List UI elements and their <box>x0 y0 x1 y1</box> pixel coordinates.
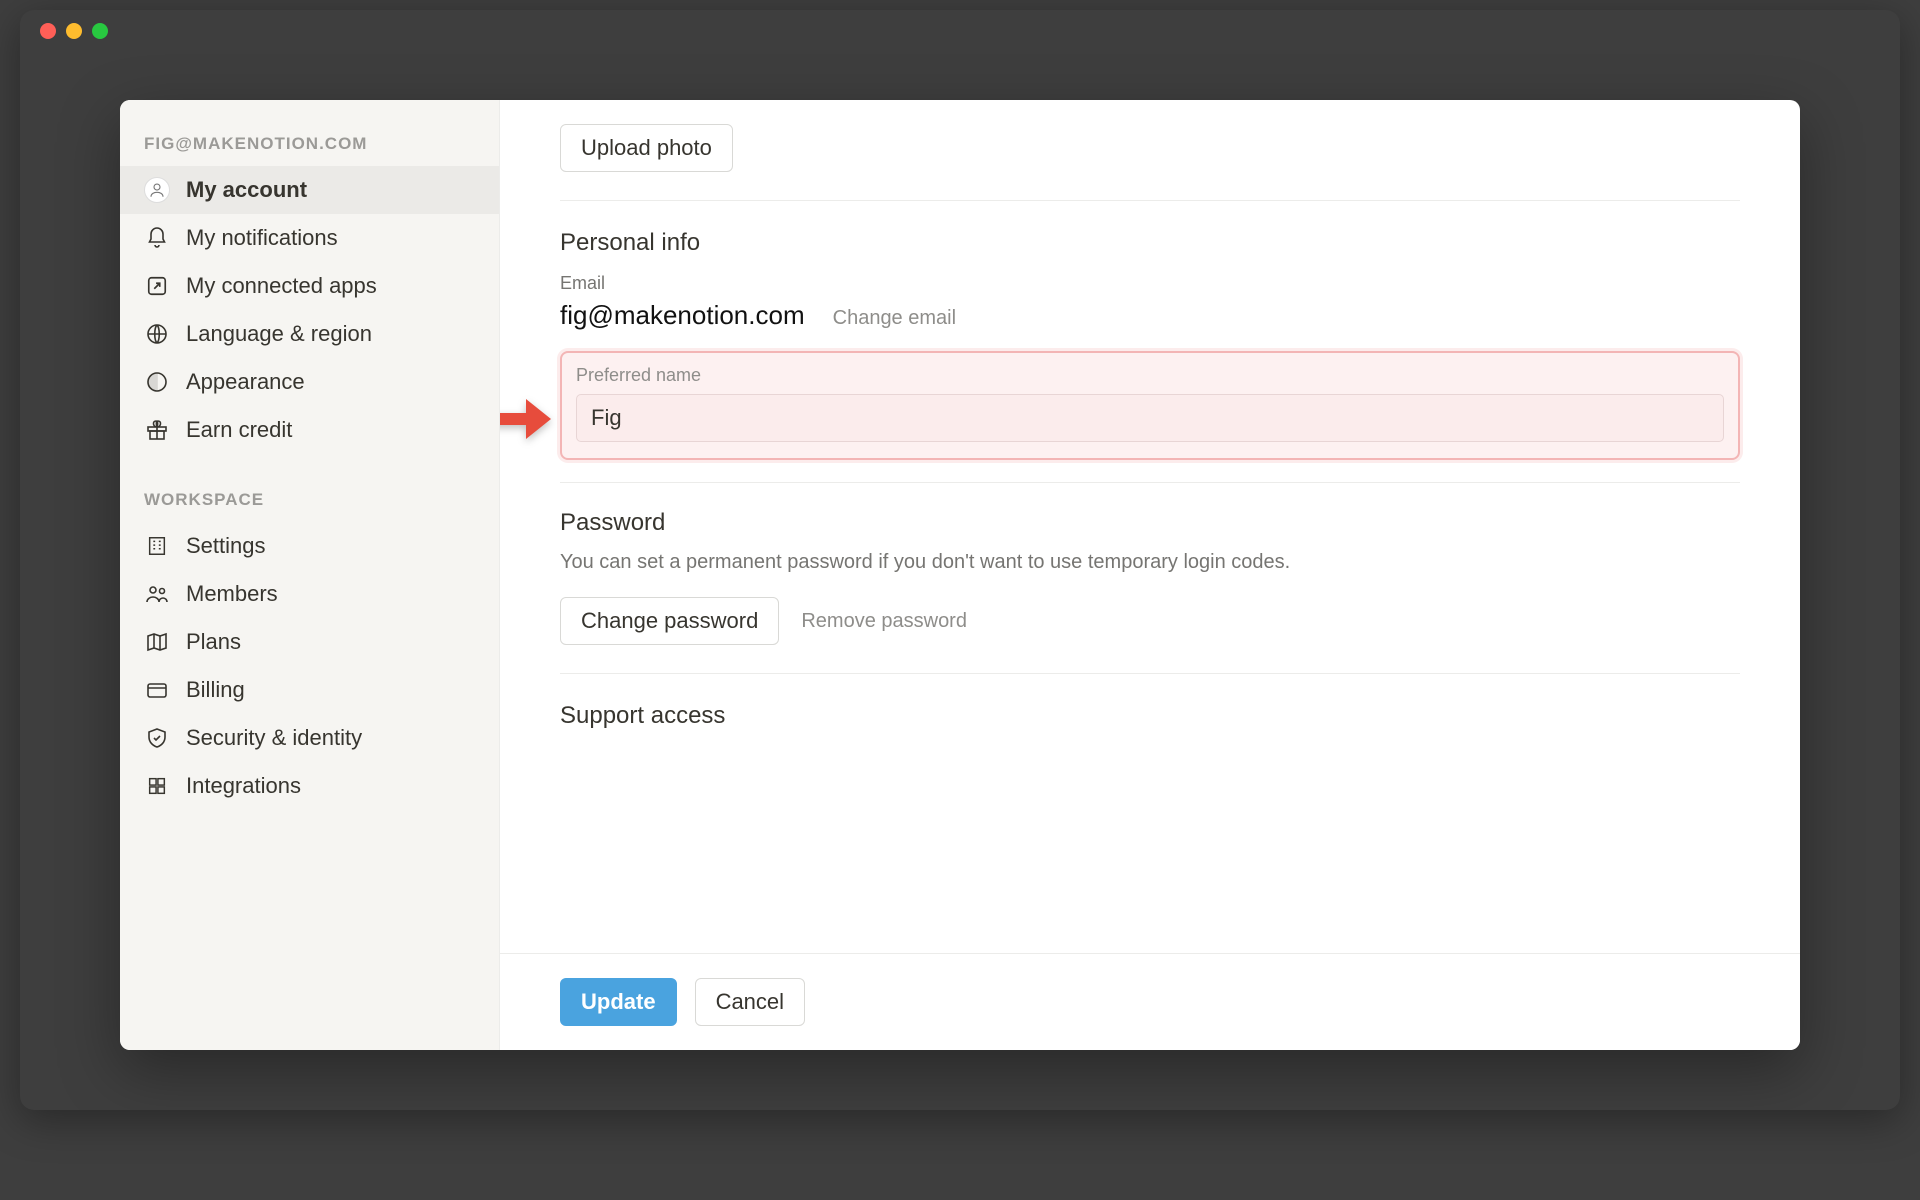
divider <box>560 200 1740 201</box>
spacer <box>560 730 1740 750</box>
preferred-name-input[interactable] <box>576 394 1724 442</box>
sidebar-item-label: Members <box>186 581 479 607</box>
support-access-title: Support access <box>560 702 1740 730</box>
callout-arrow-icon <box>500 389 556 449</box>
preferred-name-highlight: Preferred name <box>560 351 1740 460</box>
moon-icon <box>144 369 170 395</box>
sidebar-item-label: Integrations <box>186 773 479 799</box>
upload-photo-button[interactable]: Upload photo <box>560 124 733 172</box>
sidebar-item-my-notifications[interactable]: My notifications <box>120 214 499 262</box>
gift-icon <box>144 417 170 443</box>
sidebar-item-appearance[interactable]: Appearance <box>120 358 499 406</box>
sidebar-item-integrations[interactable]: Integrations <box>120 762 499 810</box>
sidebar-item-settings[interactable]: Settings <box>120 522 499 570</box>
password-actions: Change password Remove password <box>560 597 1740 645</box>
sidebar-item-label: My connected apps <box>186 273 479 299</box>
preferred-name-label: Preferred name <box>576 365 1724 386</box>
email-label: Email <box>560 273 1740 294</box>
divider <box>560 673 1740 674</box>
change-email-link[interactable]: Change email <box>833 307 956 330</box>
sidebar-item-plans[interactable]: Plans <box>120 618 499 666</box>
cancel-button[interactable]: Cancel <box>695 978 805 1026</box>
sidebar-item-label: My account <box>186 177 479 203</box>
sidebar-item-label: My notifications <box>186 225 479 251</box>
sidebar-item-language-region[interactable]: Language & region <box>120 310 499 358</box>
password-description: You can set a permanent password if you … <box>560 547 1380 577</box>
sidebar-item-members[interactable]: Members <box>120 570 499 618</box>
grid-icon <box>144 773 170 799</box>
window-close-dot[interactable] <box>40 23 56 39</box>
sidebar-workspace-header: WORKSPACE <box>120 474 499 522</box>
shield-icon <box>144 725 170 751</box>
map-icon <box>144 629 170 655</box>
sidebar-item-label: Security & identity <box>186 725 479 751</box>
sidebar-item-label: Billing <box>186 677 479 703</box>
avatar-icon <box>144 177 170 203</box>
building-icon <box>144 533 170 559</box>
preferred-name-frame: Preferred name <box>560 351 1740 460</box>
sidebar-item-label: Language & region <box>186 321 479 347</box>
settings-main-scroll: Upload photo Personal info Email fig@mak… <box>500 100 1800 953</box>
email-row: fig@makenotion.com Change email <box>560 300 1740 331</box>
divider <box>560 482 1740 483</box>
sidebar-item-label: Plans <box>186 629 479 655</box>
sidebar-item-security[interactable]: Security & identity <box>120 714 499 762</box>
globe-icon <box>144 321 170 347</box>
email-value: fig@makenotion.com <box>560 300 805 331</box>
members-icon <box>144 581 170 607</box>
change-password-button[interactable]: Change password <box>560 597 779 645</box>
sidebar-item-billing[interactable]: Billing <box>120 666 499 714</box>
sidebar-item-label: Earn credit <box>186 417 479 443</box>
mac-window: FIG@MAKENOTION.COM My account My notific… <box>20 10 1900 1110</box>
settings-modal: FIG@MAKENOTION.COM My account My notific… <box>120 100 1800 1050</box>
sidebar-item-connected-apps[interactable]: My connected apps <box>120 262 499 310</box>
external-link-icon <box>144 273 170 299</box>
sidebar-item-label: Settings <box>186 533 479 559</box>
window-titlebar <box>20 10 1900 52</box>
credit-card-icon <box>144 677 170 703</box>
sidebar-account-header: FIG@MAKENOTION.COM <box>120 118 499 166</box>
window-minimize-dot[interactable] <box>66 23 82 39</box>
settings-footer: Update Cancel <box>500 953 1800 1050</box>
sidebar-item-earn-credit[interactable]: Earn credit <box>120 406 499 454</box>
settings-main: Upload photo Personal info Email fig@mak… <box>500 100 1800 1050</box>
sidebar-item-my-account[interactable]: My account <box>120 166 499 214</box>
personal-info-title: Personal info <box>560 229 1740 257</box>
remove-password-link[interactable]: Remove password <box>801 610 967 633</box>
window-zoom-dot[interactable] <box>92 23 108 39</box>
sidebar-item-label: Appearance <box>186 369 479 395</box>
settings-sidebar: FIG@MAKENOTION.COM My account My notific… <box>120 100 500 1050</box>
bell-icon <box>144 225 170 251</box>
password-title: Password <box>560 509 1740 537</box>
update-button[interactable]: Update <box>560 978 677 1026</box>
